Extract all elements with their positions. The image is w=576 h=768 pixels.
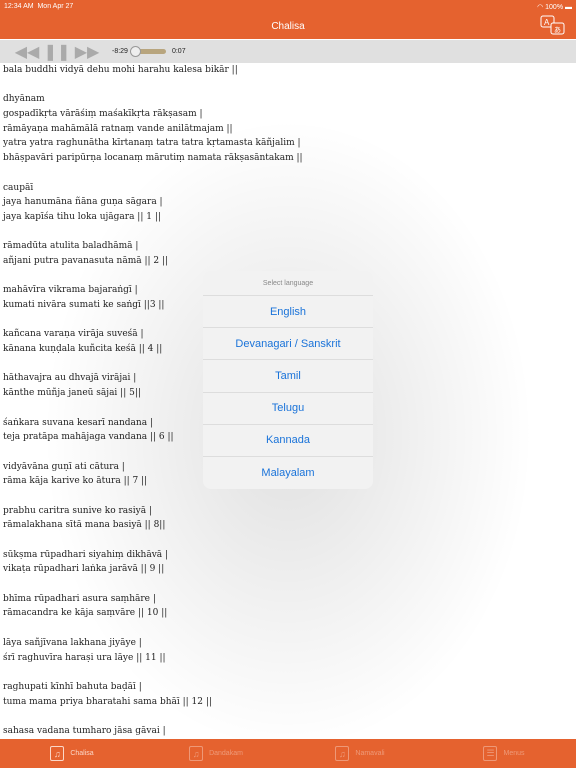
tab-namavali[interactable]: ♫ Namavali [288,739,432,768]
audio-player: ◀◀ ❚❚ ▶▶ -8:29 0:07 [0,40,576,63]
language-option-tamil[interactable]: Tamil [203,360,373,393]
text-line: yatra yatra raghunātha kīrtanaṃ tatra ta… [3,138,301,149]
text-line: vikaṭa rūpadhari laṅka jarāvā || 9 || [3,564,165,575]
text-line [3,78,303,93]
language-option-telugu[interactable]: Telugu [203,393,373,425]
text-line: śrī raghuvīra haraṣi ura lāye || 11 || [3,652,166,663]
text-line: rāmalakhana sītā mana basiyā || 8|| [3,520,166,531]
language-option-malayalam[interactable]: Malayalam [203,457,373,489]
progress-slider[interactable] [129,46,166,57]
popup-title: Select language [203,271,373,296]
text-line [3,665,303,680]
text-line: jaya kapīśa tihu loka ujāgara || 1 || [3,211,161,222]
tab-label: Namavali [355,750,385,757]
text-line [3,489,303,504]
status-time: 12:34 AM [4,3,34,10]
text-line: prabhu caritra sunive ko rasiyā | [3,505,152,516]
tab-menus[interactable]: ☰ Menus [432,739,576,768]
text-line [3,166,303,181]
nav-bar: Chalisa Aあ [0,13,576,39]
text-line: gospadīkṛta vārāśiṃ maśakīkṛta rākṣasam … [3,109,203,120]
tab-label: Chalisa [70,750,94,757]
battery-icon: ▬ [565,3,572,11]
language-option-devanagari[interactable]: Devanagari / Sanskrit [203,328,373,361]
text-line: rāmāyaṇa mahāmālā ratnaṃ vande anilātmaj… [3,123,233,134]
tab-label: Dandakam [209,750,243,757]
text-line: tuma mama priya bharatahi sama bhāī || 1… [3,696,212,707]
translate-icon[interactable]: Aあ [540,15,566,37]
status-date: Mon Apr 27 [37,3,74,10]
music-note-icon: ♫ [189,746,204,761]
remaining-time: -8:29 [112,48,128,55]
text-line: caupāī [3,182,34,193]
text-line: bhāṣpavāri paripūrṇa locanaṃ mārutiṃ nam… [3,153,303,164]
text-line: raghupati kīnhī bahuta baḍāī | [3,681,142,692]
text-line: dhyānam [3,94,45,105]
forward-button[interactable]: ▶▶ [72,42,102,62]
rewind-button[interactable]: ◀◀ [12,42,42,62]
text-line [3,709,303,724]
tab-dandakam[interactable]: ♫ Dandakam [144,739,288,768]
menu-tray-icon: ☰ [483,746,498,761]
music-note-icon: ♫ [335,746,350,761]
wifi-icon: ◠ [537,3,544,11]
music-note-icon: ♫ [50,746,65,761]
text-line: jaya hanumāna ñāna guṇa sāgara | [3,197,163,208]
text-line [3,621,303,636]
text-line: rāmacandra ke kāja saṃvāre || 10 || [3,608,168,619]
battery-level: 100% [545,3,564,11]
text-line [3,533,303,548]
text-line: bhīma rūpadhari asura saṃhāre | [3,593,156,604]
text-line [3,577,303,592]
text-line: añjani putra pavanasuta nāmā || 2 || [3,255,169,266]
tab-label: Menus [503,750,525,757]
pause-button[interactable]: ❚❚ [42,42,72,62]
tab-bar: ♫ Chalisa ♫ Dandakam ♫ Namavali ☰ Menus [0,739,576,768]
text-line: bala buddhi vidyā dehu mohi harahu kales… [3,65,238,75]
text-line: rāmadūta atulita baladhāmā | [3,241,139,252]
tab-chalisa[interactable]: ♫ Chalisa [0,739,144,768]
status-bar: 12:34 AM Mon Apr 27 ◠ 100% ▬ [0,0,576,13]
text-line [3,225,303,240]
page-title: Chalisa [271,20,305,32]
language-option-kannada[interactable]: Kannada [203,425,373,457]
svg-text:あ: あ [554,26,561,34]
text-line: sūkṣma rūpadhari siyahiṃ dikhāvā | [3,549,169,560]
language-option-english[interactable]: English [203,296,373,329]
svg-text:A: A [544,18,550,27]
text-line: lāya sañjīvana lakhana jiyāye | [3,637,142,648]
text-line: sahasa vadana tumharo jāsa gāvai | [3,725,166,736]
language-popup: Select language English Devanagari / San… [203,271,373,489]
current-time: 0:07 [171,48,186,55]
